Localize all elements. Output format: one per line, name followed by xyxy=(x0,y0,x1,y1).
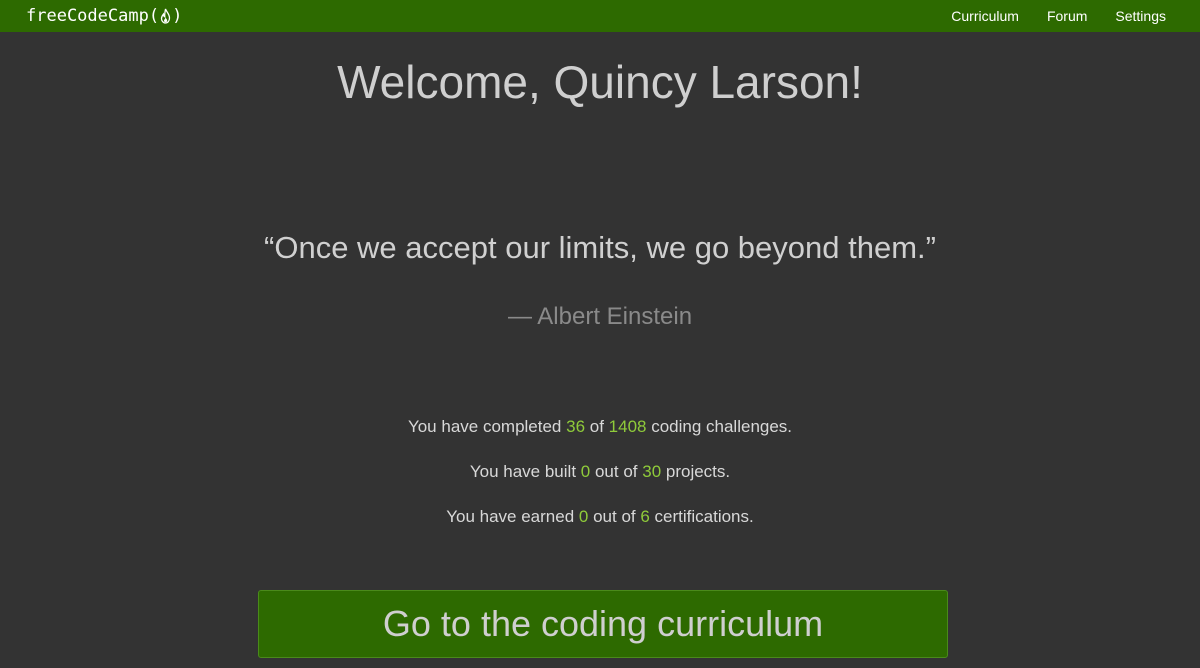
stat-text: You have built xyxy=(469,462,581,481)
brand-text-left: freeCodeCamp( xyxy=(26,6,160,26)
stat-text: certifications. xyxy=(649,507,754,526)
certifications-stat: You have earned 0 out of 6 certification… xyxy=(0,505,1200,529)
challenges-completed-count: 36 xyxy=(566,417,586,436)
quote-author: — Albert Einstein xyxy=(507,303,693,330)
challenges-stat: You have completed 36 of 1408 coding cha… xyxy=(0,415,1200,439)
projects-total-count: 30 xyxy=(642,462,662,481)
projects-stat: You have built 0 out of 30 projects. xyxy=(0,460,1200,484)
go-to-curriculum-button[interactable]: Go to the coding curriculum xyxy=(258,590,948,658)
nav-link-curriculum[interactable]: Curriculum xyxy=(951,8,1019,24)
certifications-total-count: 6 xyxy=(640,507,650,526)
stat-text: You have earned xyxy=(446,507,579,526)
nav-link-forum[interactable]: Forum xyxy=(1047,8,1087,24)
top-navbar: freeCodeCamp( ) Curriculum Forum Setting… xyxy=(0,0,1200,32)
brand-logo-link[interactable]: freeCodeCamp( ) xyxy=(26,5,182,27)
stat-text: coding challenges. xyxy=(646,417,793,436)
brand-text-right: ) xyxy=(172,6,183,26)
challenges-total-count: 1408 xyxy=(608,417,647,436)
flame-icon xyxy=(160,8,171,24)
nav-link-settings[interactable]: Settings xyxy=(1115,8,1166,24)
projects-completed-count: 0 xyxy=(580,462,591,481)
stat-text: out of xyxy=(588,507,641,526)
quote-text: “Once we accept our limits, we go beyond… xyxy=(264,230,936,265)
welcome-heading: Welcome, Quincy Larson! xyxy=(337,56,863,108)
stat-text: You have completed xyxy=(407,417,567,436)
nav-links: Curriculum Forum Settings xyxy=(923,0,1166,32)
stat-text: projects. xyxy=(661,462,731,481)
stat-text: out of xyxy=(590,462,643,481)
certifications-completed-count: 0 xyxy=(578,507,589,526)
stat-text: of xyxy=(585,417,609,436)
